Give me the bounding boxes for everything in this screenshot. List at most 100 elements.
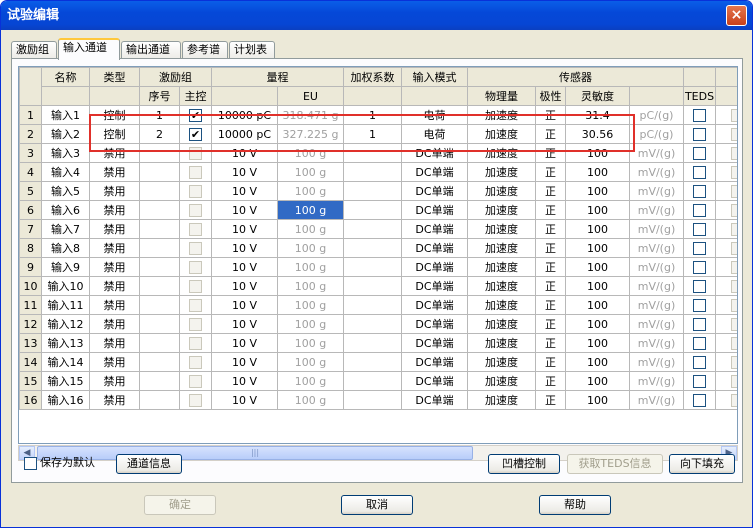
- close-icon[interactable]: ×: [726, 5, 747, 26]
- input-mode-cell[interactable]: DC单端: [401, 162, 468, 182]
- polarity-cell[interactable]: 正: [535, 181, 566, 201]
- channel-type-cell[interactable]: 禁用: [89, 276, 140, 296]
- teds-checkbox[interactable]: [683, 143, 716, 163]
- polarity-cell[interactable]: 正: [535, 390, 566, 410]
- channel-name-cell[interactable]: 输入3: [41, 143, 90, 163]
- channel-name-cell[interactable]: 输入2: [41, 124, 90, 144]
- eu-cell[interactable]: 100 g: [277, 314, 344, 334]
- teds-checkbox-box[interactable]: [693, 336, 706, 350]
- table-row[interactable]: 2 输入2 控制 2 ✔ 10000 pC 327.225 g 1 电荷 加速度正 30.56 pC/…: [19, 124, 737, 144]
- weight-cell[interactable]: [343, 371, 402, 391]
- open-checkbox-box[interactable]: [731, 279, 737, 293]
- excitation-seq-cell[interactable]: [139, 143, 180, 163]
- open-checkbox-box[interactable]: [731, 298, 737, 312]
- weight-cell[interactable]: [343, 219, 402, 239]
- open-checkbox-box[interactable]: [731, 222, 737, 236]
- open-checkbox[interactable]: [715, 295, 737, 315]
- input-mode-cell[interactable]: 电荷: [401, 105, 468, 125]
- open-checkbox-box[interactable]: [731, 146, 737, 160]
- weight-cell[interactable]: [343, 333, 402, 353]
- teds-checkbox[interactable]: [683, 314, 716, 334]
- master-checkbox-box[interactable]: [189, 203, 202, 217]
- polarity-cell[interactable]: 正: [535, 143, 566, 163]
- range-cell[interactable]: 10 V: [211, 143, 278, 163]
- eu-cell[interactable]: 100 g: [277, 390, 344, 410]
- polarity-cell[interactable]: 正: [535, 295, 566, 315]
- table-row[interactable]: 14 输入14 禁用 10 V 100 g DC单端 加速度正 100 mV/(g): [19, 352, 737, 372]
- physical-quantity-cell[interactable]: 加速度: [467, 124, 536, 144]
- ok-button[interactable]: 确定: [144, 495, 216, 515]
- excitation-seq-cell[interactable]: [139, 390, 180, 410]
- physical-quantity-cell[interactable]: 加速度: [467, 181, 536, 201]
- master-checkbox-box[interactable]: [189, 336, 202, 350]
- input-mode-cell[interactable]: 电荷: [401, 124, 468, 144]
- physical-quantity-cell[interactable]: 加速度: [467, 238, 536, 258]
- channel-type-cell[interactable]: 禁用: [89, 200, 140, 220]
- channel-name-cell[interactable]: 输入4: [41, 162, 90, 182]
- polarity-cell[interactable]: 正: [535, 219, 566, 239]
- sensitivity-cell[interactable]: 100: [565, 276, 630, 296]
- teds-checkbox[interactable]: [683, 257, 716, 277]
- physical-quantity-cell[interactable]: 加速度: [467, 371, 536, 391]
- teds-checkbox[interactable]: [683, 390, 716, 410]
- eu-cell[interactable]: 100 g: [277, 181, 344, 201]
- input-mode-cell[interactable]: DC单端: [401, 333, 468, 353]
- open-checkbox[interactable]: [715, 371, 737, 391]
- teds-checkbox[interactable]: [683, 219, 716, 239]
- help-button[interactable]: 帮助: [539, 495, 611, 515]
- physical-quantity-cell[interactable]: 加速度: [467, 276, 536, 296]
- channel-type-cell[interactable]: 禁用: [89, 352, 140, 372]
- teds-checkbox-box[interactable]: [693, 146, 706, 160]
- excitation-seq-cell[interactable]: [139, 371, 180, 391]
- open-checkbox-box[interactable]: [731, 108, 737, 122]
- open-checkbox[interactable]: [715, 200, 737, 220]
- eu-cell[interactable]: 100 g: [277, 276, 344, 296]
- table-row[interactable]: 10 输入10 禁用 10 V 100 g DC单端 加速度正 100 mV/(g): [19, 276, 737, 296]
- input-mode-cell[interactable]: DC单端: [401, 314, 468, 334]
- weight-cell[interactable]: 1: [343, 124, 402, 144]
- eu-cell[interactable]: 318.471 g: [277, 105, 344, 125]
- range-cell[interactable]: 10 V: [211, 181, 278, 201]
- excitation-seq-cell[interactable]: [139, 333, 180, 353]
- channel-type-cell[interactable]: 禁用: [89, 257, 140, 277]
- open-checkbox[interactable]: [715, 276, 737, 296]
- teds-checkbox-box[interactable]: [693, 393, 706, 407]
- eu-cell[interactable]: 100 g: [277, 143, 344, 163]
- sensitivity-cell[interactable]: 31.4: [565, 105, 630, 125]
- polarity-cell[interactable]: 正: [535, 105, 566, 125]
- channel-type-cell[interactable]: 禁用: [89, 371, 140, 391]
- range-cell[interactable]: 10 V: [211, 276, 278, 296]
- input-mode-cell[interactable]: DC单端: [401, 295, 468, 315]
- range-cell[interactable]: 10000 pC: [211, 124, 278, 144]
- teds-checkbox-box[interactable]: [693, 184, 706, 198]
- weight-cell[interactable]: [343, 162, 402, 182]
- open-checkbox[interactable]: [715, 219, 737, 239]
- open-checkbox[interactable]: [715, 390, 737, 410]
- master-checkbox[interactable]: [179, 352, 212, 372]
- teds-checkbox[interactable]: [683, 371, 716, 391]
- channel-type-cell[interactable]: 禁用: [89, 314, 140, 334]
- channel-name-cell[interactable]: 输入16: [41, 390, 90, 410]
- channel-name-cell[interactable]: 输入15: [41, 371, 90, 391]
- open-checkbox[interactable]: [715, 333, 737, 353]
- open-checkbox-box[interactable]: [731, 241, 737, 255]
- input-mode-cell[interactable]: DC单端: [401, 276, 468, 296]
- physical-quantity-cell[interactable]: 加速度: [467, 162, 536, 182]
- teds-checkbox-box[interactable]: [693, 222, 706, 236]
- channel-name-cell[interactable]: 输入10: [41, 276, 90, 296]
- eu-cell[interactable]: 100 g: [277, 162, 344, 182]
- sensitivity-cell[interactable]: 100: [565, 371, 630, 391]
- weight-cell[interactable]: [343, 314, 402, 334]
- master-checkbox-box[interactable]: [189, 260, 202, 274]
- master-checkbox[interactable]: ✔: [179, 105, 212, 125]
- tab-output-channels[interactable]: 输出通道: [121, 41, 181, 59]
- master-checkbox-box[interactable]: ✔: [189, 127, 202, 141]
- input-mode-cell[interactable]: DC单端: [401, 181, 468, 201]
- physical-quantity-cell[interactable]: 加速度: [467, 143, 536, 163]
- excitation-seq-cell[interactable]: 1: [139, 105, 180, 125]
- tab-reference-spectrum[interactable]: 参考谱: [182, 41, 228, 59]
- excitation-seq-cell[interactable]: [139, 238, 180, 258]
- physical-quantity-cell[interactable]: 加速度: [467, 333, 536, 353]
- polarity-cell[interactable]: 正: [535, 238, 566, 258]
- open-checkbox-box[interactable]: [731, 127, 737, 141]
